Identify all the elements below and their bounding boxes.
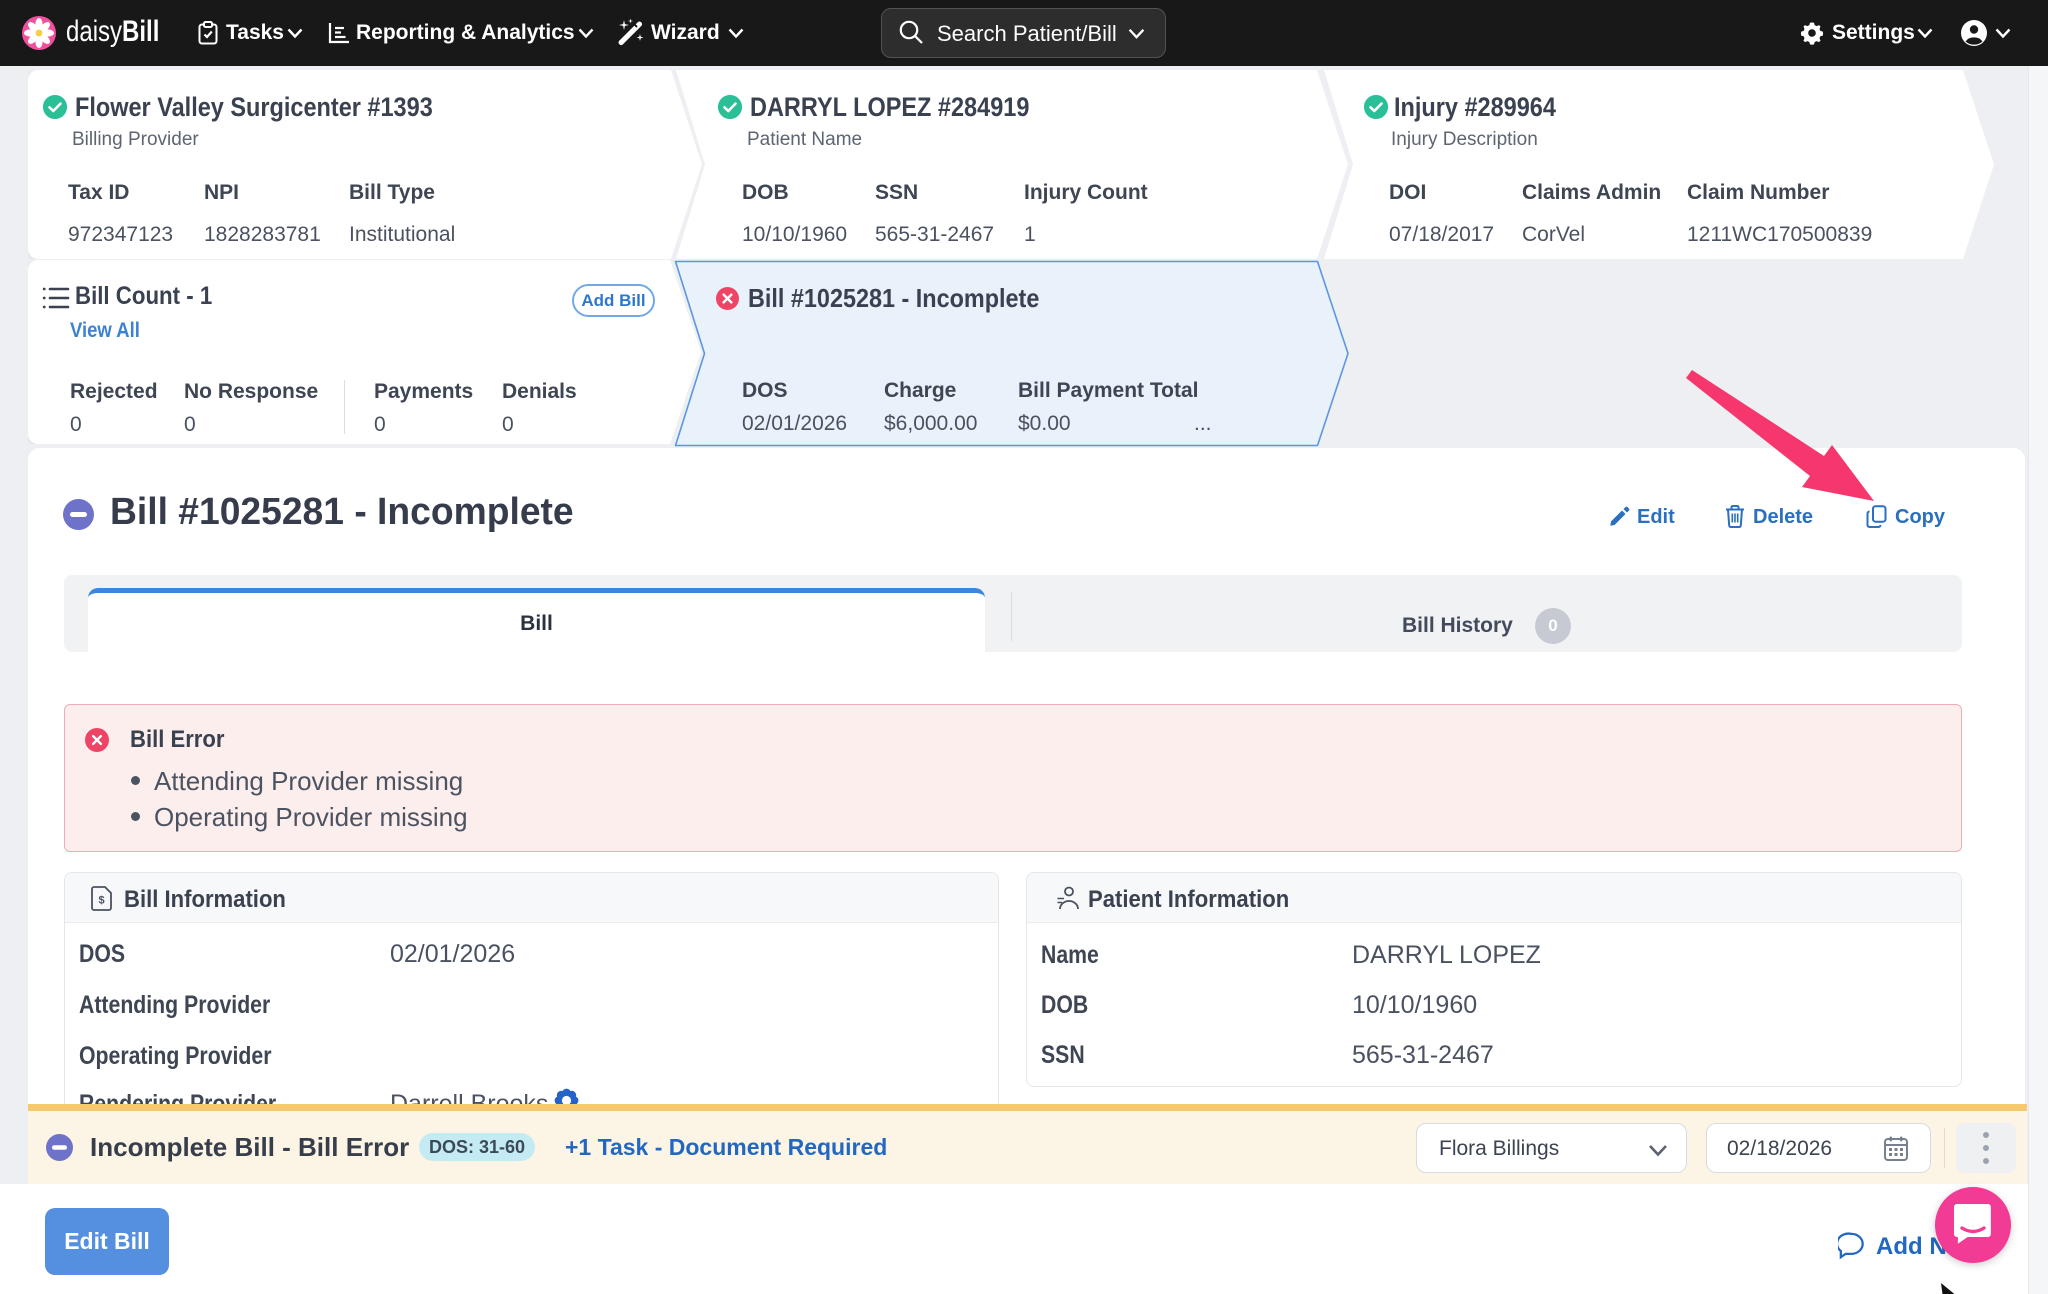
svg-text:$: $ (98, 895, 104, 907)
